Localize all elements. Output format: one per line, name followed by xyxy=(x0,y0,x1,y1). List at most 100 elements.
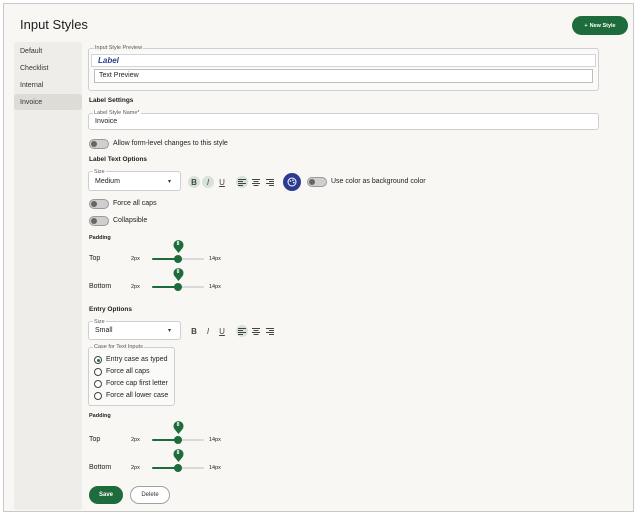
input-style-preview: Input Style Preview Label Text Preview xyxy=(88,45,599,91)
label-style-name-value: Invoice xyxy=(95,118,118,125)
sidebar-item-invoice[interactable]: Invoice xyxy=(14,94,82,110)
force-all-caps-label: Force all caps xyxy=(113,200,157,207)
label-padding-top-slider[interactable]: 8 xyxy=(152,240,204,263)
align-left-button[interactable] xyxy=(236,176,248,188)
force-all-caps-toggle[interactable] xyxy=(89,199,109,209)
align-right-button[interactable] xyxy=(264,176,276,188)
use-color-background-toggle[interactable] xyxy=(307,177,327,187)
entry-padding-top-slider[interactable]: 8 xyxy=(152,421,204,444)
text-preview-field: Text Preview xyxy=(94,69,593,83)
label-underline-button[interactable]: U xyxy=(216,176,228,188)
collapsible-toggle[interactable] xyxy=(89,216,109,226)
slider-value-bubble: 8 xyxy=(173,268,184,281)
sidebar-item-internal[interactable]: Internal xyxy=(14,77,82,93)
use-color-background-label: Use color as background color xyxy=(331,178,426,185)
plus-icon: + xyxy=(584,22,588,29)
entry-padding-top-min: 2px xyxy=(131,437,140,443)
radio-label: Force cap first letter xyxy=(106,380,168,387)
sidebar-item-label: Invoice xyxy=(20,98,43,106)
entry-options-title: Entry Options xyxy=(89,306,132,313)
entry-padding-title: Padding xyxy=(89,413,111,419)
slider-value-bubble: 8 xyxy=(173,240,184,253)
slider-value: 8 xyxy=(176,422,180,428)
style-list-sidebar: Default Checklist Internal Invoice xyxy=(14,42,82,510)
entry-padding-top-label: Top xyxy=(89,436,101,443)
slider-thumb[interactable] xyxy=(174,255,182,263)
allow-form-level-changes-label: Allow form-level changes to this style xyxy=(113,140,228,147)
entry-align-center-button[interactable] xyxy=(250,325,262,337)
entry-size-legend: Size xyxy=(93,319,106,325)
slider-value: 8 xyxy=(176,450,180,456)
radio-label: Force all caps xyxy=(106,368,150,375)
label-padding-bottom-min: 2px xyxy=(131,284,140,290)
radio-entry-case-as-typed[interactable] xyxy=(94,356,102,364)
entry-align-left-button[interactable] xyxy=(236,325,248,337)
slider-thumb[interactable] xyxy=(174,464,182,472)
app-window: Input Styles + New Style Default Checkli… xyxy=(3,3,634,512)
case-legend: Case for Text Inputs xyxy=(93,344,144,350)
align-right-icon xyxy=(266,327,274,335)
new-style-button[interactable]: + New Style xyxy=(572,16,628,35)
delete-button[interactable]: Delete xyxy=(130,486,170,504)
label-italic-button[interactable]: I xyxy=(202,176,214,188)
slider-thumb[interactable] xyxy=(174,283,182,291)
sidebar-item-label: Internal xyxy=(20,81,44,89)
label-size-legend: Size xyxy=(93,169,106,175)
chevron-down-icon: ▾ xyxy=(168,179,172,185)
align-left-icon xyxy=(238,327,246,335)
align-center-icon xyxy=(252,327,260,335)
collapsible-label: Collapsible xyxy=(113,217,148,224)
radio-force-all-caps[interactable] xyxy=(94,368,102,376)
label-settings-title: Label Settings xyxy=(89,97,134,104)
entry-padding-bottom-max: 14px xyxy=(209,465,221,471)
entry-padding-bottom-min: 2px xyxy=(131,465,140,471)
radio-label: Entry case as typed xyxy=(106,356,168,363)
case-for-text-inputs-group: Case for Text Inputs Entry case as typed… xyxy=(88,344,175,406)
entry-bold-button[interactable]: B xyxy=(188,325,200,337)
label-size-select[interactable]: Size Medium ▾ xyxy=(88,169,181,191)
page-title: Input Styles xyxy=(20,17,88,32)
entry-italic-button[interactable]: I xyxy=(202,325,214,337)
radio-force-all-lower-case[interactable] xyxy=(94,392,102,400)
entry-size-select[interactable]: Size Small ▾ xyxy=(88,319,181,340)
entry-underline-button[interactable]: U xyxy=(216,325,228,337)
label-padding-bottom-max: 14px xyxy=(209,284,221,290)
label-bold-button[interactable]: B xyxy=(188,176,200,188)
align-right-icon xyxy=(266,178,274,186)
align-center-icon xyxy=(252,178,260,186)
label-padding-top-label: Top xyxy=(89,255,101,262)
align-left-icon xyxy=(238,178,246,186)
slider-value-bubble: 8 xyxy=(173,421,184,434)
sidebar-item-label: Default xyxy=(20,47,43,55)
align-center-button[interactable] xyxy=(250,176,262,188)
label-size-value: Medium xyxy=(95,178,120,185)
save-button[interactable]: Save xyxy=(89,486,123,504)
label-padding-top-max: 14px xyxy=(209,256,221,262)
preview-legend: Input Style Preview xyxy=(94,45,144,51)
color-picker-button[interactable] xyxy=(283,173,301,191)
label-style-name-field[interactable]: Label Style Name* Invoice xyxy=(88,110,599,130)
sidebar-item-checklist[interactable]: Checklist xyxy=(14,60,82,76)
slider-thumb[interactable] xyxy=(174,436,182,444)
style-editor-panel: Input Style Preview Label Text Preview L… xyxy=(84,42,632,510)
label-padding-bottom-slider[interactable]: 8 xyxy=(152,268,204,291)
label-preview: Label xyxy=(91,54,596,67)
slider-value-bubble: 8 xyxy=(173,449,184,462)
label-padding-bottom-label: Bottom xyxy=(89,283,112,290)
entry-size-value: Small xyxy=(95,327,113,334)
entry-padding-bottom-slider[interactable]: 8 xyxy=(152,449,204,472)
slider-value: 8 xyxy=(176,241,180,247)
label-padding-title: Padding xyxy=(89,235,111,241)
chevron-down-icon: ▾ xyxy=(168,328,172,334)
allow-form-level-changes-toggle[interactable] xyxy=(89,139,109,149)
palette-icon xyxy=(287,177,297,187)
sidebar-item-default[interactable]: Default xyxy=(14,43,82,59)
radio-force-cap-first-letter[interactable] xyxy=(94,380,102,388)
radio-label: Force all lower case xyxy=(106,392,169,399)
label-text-options-title: Label Text Options xyxy=(89,156,148,163)
entry-align-right-button[interactable] xyxy=(264,325,276,337)
entry-padding-bottom-label: Bottom xyxy=(89,464,112,471)
label-style-name-legend: Label Style Name* xyxy=(93,110,141,116)
sidebar-item-label: Checklist xyxy=(20,64,49,72)
label-padding-top-min: 2px xyxy=(131,256,140,262)
